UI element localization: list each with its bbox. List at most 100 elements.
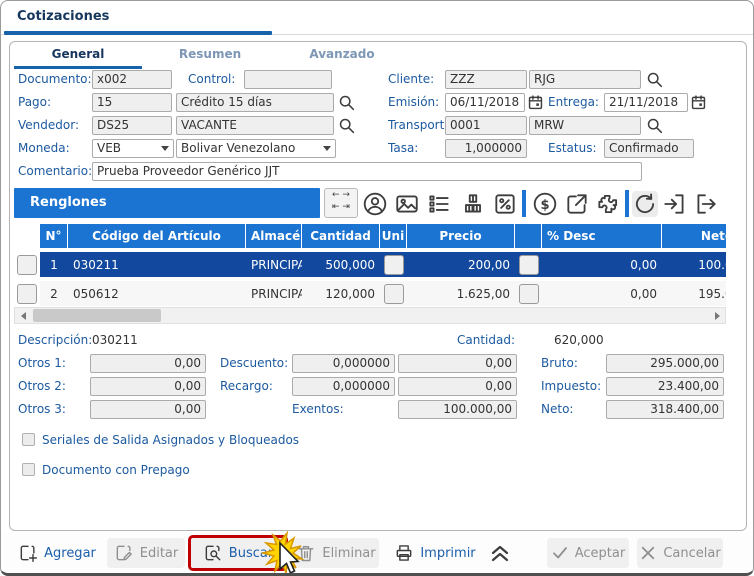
detail-button[interactable] <box>519 255 539 275</box>
control-field[interactable] <box>244 70 332 89</box>
image-icon[interactable] <box>394 191 420 217</box>
table-row[interactable]: 2 050612 PRINCIPAL 120,000 1.625,00 0,00… <box>14 281 726 306</box>
column-header[interactable]: % Desc <box>542 224 662 248</box>
uni-button[interactable] <box>384 255 404 275</box>
tab-general[interactable]: General <box>14 47 142 65</box>
column-header[interactable]: Almacén <box>246 224 302 248</box>
cliente-code-field[interactable]: ZZZ <box>445 70 527 89</box>
editar-button[interactable]: Editar <box>107 538 185 568</box>
row-desc: 0,00 <box>542 252 662 277</box>
row-almacen: PRINCIPAL <box>246 252 302 277</box>
column-header[interactable]: Cantidad <box>302 224 380 248</box>
edit-icon <box>114 543 134 563</box>
tab-cotizaciones[interactable]: Cotizaciones <box>17 9 109 24</box>
emision-field[interactable]: 06/11/2018 <box>445 93 525 112</box>
recargo-monto-field[interactable]: 0,00 <box>398 377 517 396</box>
entrega-field[interactable]: 21/11/2018 <box>604 93 688 112</box>
transporte-search-icon[interactable] <box>646 117 664 135</box>
vendedor-code-field[interactable]: DS25 <box>92 116 172 135</box>
toolbar-separator <box>625 190 629 217</box>
column-header[interactable]: Código del Artículo <box>68 224 246 248</box>
seriales-checkbox[interactable] <box>22 433 35 446</box>
scroll-right-icon[interactable] <box>709 308 725 323</box>
otros1-field[interactable]: 0,00 <box>90 354 206 373</box>
detail-button[interactable] <box>519 284 539 304</box>
tasa-field[interactable]: 1,000000 <box>445 139 527 158</box>
contact-person-icon[interactable] <box>362 191 388 217</box>
window-tabstrip: Cotizaciones <box>1 1 753 35</box>
detail-list-icon[interactable] <box>426 191 452 217</box>
impuesto-field[interactable]: 23.400,00 <box>606 377 724 396</box>
column-header[interactable]: N° <box>40 224 68 248</box>
pago-label: Pago: <box>18 95 51 109</box>
cantidad-label: Cantidad: <box>457 333 515 347</box>
column-header[interactable]: Uni <box>380 224 407 248</box>
row-precio: 200,00 <box>407 252 515 277</box>
moneda-label: Moneda: <box>18 141 70 155</box>
pago-search-icon[interactable] <box>338 94 356 112</box>
export-out-icon[interactable] <box>693 191 719 217</box>
transporte-code-field[interactable]: 0001 <box>445 116 527 135</box>
moneda-name-select[interactable]: Bolivar Venezolano <box>176 139 336 158</box>
otros3-label: Otros 3: <box>18 402 66 416</box>
dollar-icon[interactable]: $ <box>532 191 558 217</box>
comentario-label: Comentario: <box>18 164 92 178</box>
bruto-label: Bruto: <box>541 356 578 370</box>
pago-name-field[interactable]: Crédito 15 días <box>176 93 334 112</box>
otros3-field[interactable]: 0,00 <box>90 400 206 419</box>
vendedor-name-field[interactable]: VACANTE <box>176 116 334 135</box>
emision-calendar-icon[interactable] <box>527 94 545 112</box>
cliente-name-field[interactable]: RJG <box>529 70 641 89</box>
horizontal-scrollbar[interactable] <box>14 307 726 324</box>
refresh-icon[interactable] <box>632 191 658 217</box>
scroll-left-icon[interactable] <box>15 308 31 323</box>
descuento-pct-field[interactable]: 0,000000 <box>292 354 395 373</box>
percent-icon[interactable] <box>492 191 518 217</box>
imprimir-button[interactable]: Imprimir <box>389 538 481 568</box>
descuento-label: Descuento: <box>220 356 288 370</box>
column-header[interactable]: Neto <box>662 224 726 248</box>
table-row[interactable]: 1 030211 PRINCIPAL 500,000 200,00 0,00 1… <box>14 252 726 277</box>
collapse-chevrons-icon[interactable] <box>483 538 517 568</box>
neto-field[interactable]: 318.400,00 <box>606 400 724 419</box>
otros2-field[interactable]: 0,00 <box>90 377 206 396</box>
export-window-icon[interactable] <box>564 191 590 217</box>
exentos-field[interactable]: 100.000,00 <box>398 400 517 419</box>
pago-code-field[interactable]: 15 <box>92 93 172 112</box>
prepago-checkbox[interactable] <box>22 463 35 476</box>
packages-icon[interactable] <box>460 191 486 217</box>
recargo-pct-field[interactable]: 0,000000 <box>292 377 395 396</box>
bruto-field[interactable]: 295.000,00 <box>606 354 724 373</box>
eliminar-button[interactable]: Eliminar <box>293 538 379 568</box>
comentario-field[interactable]: Prueba Proveedor Genérico JJT <box>92 162 642 181</box>
cancelar-button[interactable]: Cancelar <box>637 538 723 568</box>
exentos-label: Exentos: <box>292 402 344 416</box>
transporte-name-field[interactable]: MRW <box>529 116 641 135</box>
recargo-label: Recargo: <box>220 379 273 393</box>
column-header[interactable]: 1 <box>14 224 40 248</box>
descuento-monto-field[interactable]: 0,00 <box>398 354 517 373</box>
row-neto: 195.000,00 <box>662 281 726 306</box>
row-selector-button[interactable] <box>17 255 37 275</box>
uni-button[interactable] <box>384 284 404 304</box>
buscar-button[interactable]: Buscar <box>191 538 285 568</box>
resize-arrows-icon[interactable]: ← →⇤ ⇥ <box>324 188 358 218</box>
tab-avanzado[interactable]: Avanzado <box>278 47 406 65</box>
row-selector-button[interactable] <box>17 284 37 304</box>
vendedor-search-icon[interactable] <box>338 117 356 135</box>
scrollbar-thumb[interactable] <box>33 309 161 322</box>
estatus-field[interactable]: Confirmado <box>604 139 694 158</box>
tab-resumen[interactable]: Resumen <box>146 47 274 65</box>
documento-field[interactable]: x002 <box>92 70 172 89</box>
cantidad-value: 620,000 <box>554 333 604 347</box>
column-header[interactable] <box>515 224 542 248</box>
aceptar-button[interactable]: Aceptar <box>547 538 629 568</box>
moneda-code-select[interactable]: VEB <box>92 139 174 158</box>
agregar-button[interactable]: Agregar <box>11 538 103 568</box>
cliente-search-icon[interactable] <box>646 71 664 89</box>
plugin-puzzle-icon[interactable] <box>595 191 621 217</box>
column-header[interactable]: Precio <box>407 224 515 248</box>
import-in-icon[interactable] <box>662 191 688 217</box>
row-almacen: PRINCIPAL <box>246 281 302 306</box>
entrega-calendar-icon[interactable] <box>690 94 708 112</box>
